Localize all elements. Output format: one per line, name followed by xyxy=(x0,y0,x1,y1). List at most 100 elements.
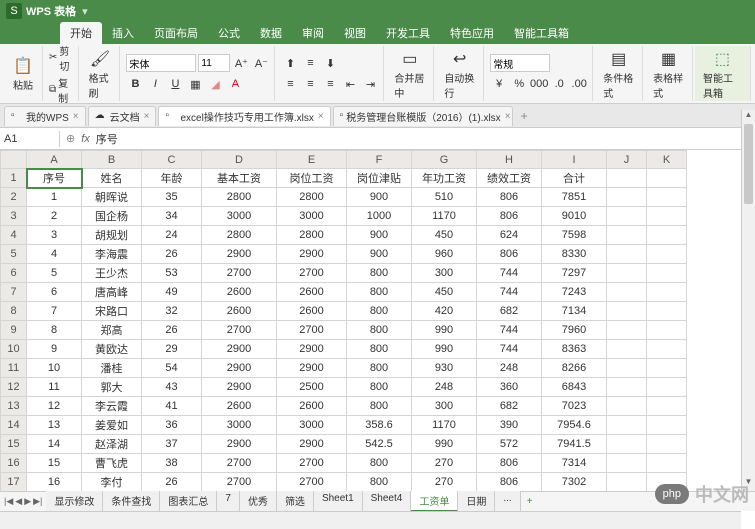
format-painter-button[interactable]: 🖌 格式刷 xyxy=(85,46,116,102)
decimal-dec-button[interactable]: .00 xyxy=(570,75,588,93)
doc-tab-0[interactable]: ▫我的WPS× xyxy=(4,106,86,126)
cell[interactable]: 14 xyxy=(27,435,82,454)
cell[interactable]: 572 xyxy=(477,435,542,454)
cell[interactable]: 35 xyxy=(142,188,202,207)
ribbon-tab-7[interactable]: 开发工具 xyxy=(376,22,440,44)
cell[interactable]: 270 xyxy=(412,454,477,473)
cell[interactable]: 744 xyxy=(477,283,542,302)
cell[interactable]: 2700 xyxy=(202,454,277,473)
cell[interactable]: 806 xyxy=(477,454,542,473)
wrap-button[interactable]: ↩ 自动换行 xyxy=(440,46,479,102)
row-header[interactable]: 17 xyxy=(1,473,27,492)
sheet-tab-4[interactable]: 优秀 xyxy=(240,491,277,512)
ribbon-tab-2[interactable]: 页面布局 xyxy=(144,22,208,44)
cell[interactable]: 248 xyxy=(412,378,477,397)
cell[interactable]: 8330 xyxy=(542,245,607,264)
sheet-tab-0[interactable]: 显示修改 xyxy=(46,491,103,512)
merge-button[interactable]: ▭ 合并居中 xyxy=(390,46,429,102)
cell[interactable]: 7023 xyxy=(542,397,607,416)
formula-input[interactable]: 序号 xyxy=(96,131,749,147)
sheet-tab-9[interactable]: 日期 xyxy=(458,491,495,512)
cell[interactable] xyxy=(607,283,647,302)
cell[interactable]: 450 xyxy=(412,283,477,302)
cell[interactable]: 930 xyxy=(412,359,477,378)
cell[interactable]: 420 xyxy=(412,302,477,321)
cell[interactable]: 800 xyxy=(347,302,412,321)
col-header-B[interactable]: B xyxy=(82,151,142,169)
scroll-thumb[interactable] xyxy=(744,124,753,204)
cell[interactable]: 2600 xyxy=(277,397,347,416)
cell[interactable]: 姓名 xyxy=(82,169,142,188)
cell[interactable] xyxy=(647,226,687,245)
cell[interactable]: 2600 xyxy=(202,283,277,302)
cell[interactable]: 34 xyxy=(142,207,202,226)
cell[interactable] xyxy=(647,245,687,264)
cell[interactable]: 12 xyxy=(27,397,82,416)
cut-button[interactable]: ✂剪切 xyxy=(49,43,74,73)
cell[interactable] xyxy=(647,283,687,302)
border-button[interactable]: ▦ xyxy=(186,75,204,93)
comma-button[interactable]: 000 xyxy=(530,75,548,93)
cell[interactable]: 2600 xyxy=(202,397,277,416)
cell[interactable]: 7954.6 xyxy=(542,416,607,435)
row-header[interactable]: 12 xyxy=(1,378,27,397)
increase-font-button[interactable]: A⁺ xyxy=(232,54,250,72)
cell[interactable]: 900 xyxy=(347,188,412,207)
cell[interactable]: 2900 xyxy=(277,245,347,264)
cell[interactable]: 2900 xyxy=(277,340,347,359)
cell[interactable]: 2900 xyxy=(202,340,277,359)
sheet-tab-8[interactable]: 工资单 xyxy=(411,491,458,512)
cell[interactable]: 10 xyxy=(27,359,82,378)
cell[interactable] xyxy=(607,378,647,397)
cell[interactable] xyxy=(647,321,687,340)
sheet-prev-button[interactable]: ◀ xyxy=(15,496,22,507)
cell[interactable]: 32 xyxy=(142,302,202,321)
sheet-first-button[interactable]: |◀ xyxy=(4,496,13,507)
cell[interactable]: 合计 xyxy=(542,169,607,188)
cell[interactable]: 49 xyxy=(142,283,202,302)
decrease-font-button[interactable]: A⁻ xyxy=(252,54,270,72)
cell[interactable]: 990 xyxy=(412,340,477,359)
cell[interactable]: 2700 xyxy=(202,321,277,340)
cell[interactable]: 270 xyxy=(412,473,477,492)
cell[interactable]: 900 xyxy=(347,245,412,264)
cell[interactable]: 54 xyxy=(142,359,202,378)
cell[interactable]: 800 xyxy=(347,397,412,416)
cell[interactable]: 2800 xyxy=(202,226,277,245)
cell[interactable]: 2700 xyxy=(202,473,277,492)
cell[interactable]: 1170 xyxy=(412,207,477,226)
row-header[interactable]: 7 xyxy=(1,283,27,302)
ribbon-tab-9[interactable]: 智能工具箱 xyxy=(504,22,579,44)
cell[interactable]: 53 xyxy=(142,264,202,283)
fx-icon[interactable]: fx xyxy=(81,133,90,145)
cell[interactable]: 王少杰 xyxy=(82,264,142,283)
cell[interactable]: 7297 xyxy=(542,264,607,283)
cell[interactable]: 绩效工资 xyxy=(477,169,542,188)
row-header[interactable]: 4 xyxy=(1,226,27,245)
col-header-G[interactable]: G xyxy=(412,151,477,169)
cell[interactable]: 300 xyxy=(412,264,477,283)
cell[interactable]: 542.5 xyxy=(347,435,412,454)
cell[interactable]: 2900 xyxy=(277,359,347,378)
cell[interactable]: 800 xyxy=(347,283,412,302)
cell[interactable] xyxy=(647,416,687,435)
cell[interactable]: 36 xyxy=(142,416,202,435)
cell[interactable]: 姜爱如 xyxy=(82,416,142,435)
copy-button[interactable]: ⧉复制 xyxy=(49,75,74,105)
sheet-tab-6[interactable]: Sheet1 xyxy=(314,491,363,512)
add-sheet-button[interactable]: + xyxy=(521,494,539,509)
font-size-select[interactable] xyxy=(198,54,230,72)
cell[interactable] xyxy=(607,454,647,473)
col-header-D[interactable]: D xyxy=(202,151,277,169)
sheet-next-button[interactable]: ▶ xyxy=(24,496,31,507)
row-header[interactable]: 5 xyxy=(1,245,27,264)
row-header[interactable]: 16 xyxy=(1,454,27,473)
cell[interactable]: 8 xyxy=(27,321,82,340)
cell[interactable]: 2700 xyxy=(277,264,347,283)
cell[interactable]: 682 xyxy=(477,302,542,321)
cell[interactable]: 29 xyxy=(142,340,202,359)
ribbon-tab-6[interactable]: 视图 xyxy=(334,22,376,44)
cell[interactable]: 2 xyxy=(27,207,82,226)
cell[interactable]: 曹飞虎 xyxy=(82,454,142,473)
cell[interactable]: 24 xyxy=(142,226,202,245)
